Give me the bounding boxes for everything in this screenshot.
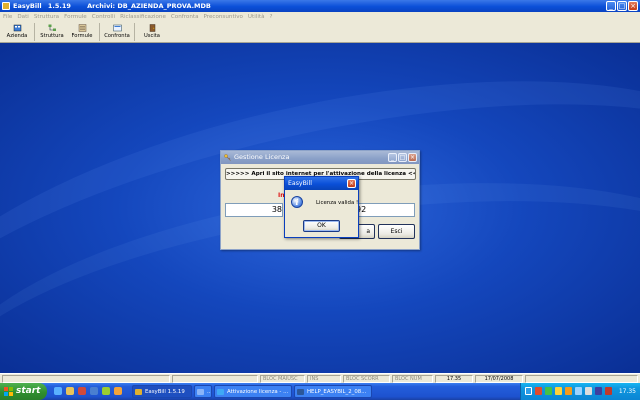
menu-preconsuntivo[interactable]: Preconsuntivo <box>204 14 243 20</box>
ie-icon <box>217 389 224 395</box>
status-bar: BLOC MAIUSC INS BLOC SCORR BLOC NUM 17.3… <box>0 373 640 383</box>
toolbar-formule-button[interactable]: Formule <box>67 22 97 42</box>
structure-icon <box>48 24 56 31</box>
status-extra-pane <box>525 375 638 383</box>
menu-help[interactable]: ? <box>270 14 273 20</box>
taskbar-task-help[interactable]: HELP_EASYBIL_2_08... <box>294 385 372 398</box>
message-box-title: EasyBill <box>288 180 312 187</box>
info-icon: i <box>291 196 303 208</box>
task-label: ... <box>207 389 212 395</box>
menu-controlli[interactable]: Controlli <box>92 14 115 20</box>
license-code-field-end: 92 <box>355 203 415 217</box>
menu-formule[interactable]: Formule <box>64 14 87 20</box>
app-title: EasyBill 1.5.19 Archivi: DB_AZIENDA_PROV… <box>13 2 211 10</box>
archive-label: Archivi: DB_AZIENDA_PROVA.MDB <box>87 2 211 10</box>
compare-icon <box>112 24 122 32</box>
taskbar-task-misc[interactable]: ... <box>194 385 212 398</box>
message-box-close-button[interactable]: × <box>347 179 356 188</box>
language-icon[interactable] <box>525 387 532 395</box>
close-button[interactable]: × <box>628 1 638 11</box>
menu-confronta[interactable]: Confronta <box>171 14 199 20</box>
task-label: Attivazione licenza - ... <box>227 389 289 395</box>
security-icon[interactable] <box>555 387 562 395</box>
windows-flag-icon <box>4 387 13 396</box>
toolbar-uscita-label: Uscita <box>143 33 160 39</box>
toolbar-azienda-button[interactable]: Azienda <box>2 22 32 42</box>
license-code-field[interactable]: 38 <box>225 203 283 217</box>
message-box-title-bar: EasyBill × <box>285 177 358 190</box>
volume-icon[interactable] <box>575 387 582 395</box>
maximize-button[interactable]: □ <box>617 1 627 11</box>
antivirus-icon[interactable] <box>535 387 542 395</box>
quicklaunch-media-icon[interactable] <box>78 387 86 395</box>
system-tray: 17.35 <box>520 383 640 400</box>
toolbar-uscita-button[interactable]: Uscita <box>137 22 167 42</box>
taskbar-clock[interactable]: 17.35 <box>619 383 636 400</box>
word-icon <box>297 389 304 395</box>
easybill-icon <box>135 389 142 395</box>
network-icon[interactable] <box>545 387 552 395</box>
exit-button[interactable]: Esci <box>378 224 415 239</box>
status-time: 17.35 <box>435 375 473 383</box>
insert-indicator: INS <box>307 375 341 383</box>
update-icon[interactable] <box>565 387 572 395</box>
task-label: HELP_EASYBIL_2_08... <box>307 389 367 395</box>
ok-button[interactable]: OK <box>303 220 340 232</box>
menu-dati[interactable]: Dati <box>17 14 28 20</box>
minimize-button[interactable]: _ <box>606 1 616 11</box>
app-icon <box>197 389 204 395</box>
quicklaunch-ie-icon[interactable] <box>54 387 62 395</box>
message-box: EasyBill × i Licenza valida ! OK <box>284 176 359 238</box>
menu-bar: File Dati Struttura Formule Controlli Ri… <box>0 12 640 22</box>
toolbar-struttura-button[interactable]: Struttura <box>37 22 67 42</box>
quicklaunch-app-icon[interactable] <box>114 387 122 395</box>
taskbar-task-easybill[interactable]: EasyBill 1.5.19 <box>132 385 192 398</box>
app-tray-icon[interactable] <box>595 387 602 395</box>
monitor-icon[interactable] <box>585 387 592 395</box>
toolbar-confronta-button[interactable]: Confronta <box>102 22 132 42</box>
app-version: 1.5.19 <box>47 2 71 10</box>
app-title-bar: EasyBill 1.5.19 Archivi: DB_AZIENDA_PROV… <box>0 0 640 12</box>
message-text: Licenza valida ! <box>316 200 359 206</box>
scroll-lock-indicator: BLOC SCORR <box>343 375 390 383</box>
toolbar-separator <box>134 23 135 41</box>
start-button[interactable]: start <box>0 383 47 400</box>
easybill-logo-icon <box>2 2 10 10</box>
license-dialog-title-bar: Gestione Licenza _ □ × <box>221 151 419 164</box>
key-icon <box>224 154 231 161</box>
status-date: 17/07/2008 <box>475 375 523 383</box>
num-lock-indicator: BLOC NUM <box>392 375 433 383</box>
taskbar: start EasyBill 1.5.19 ... Attivazione li… <box>0 383 640 400</box>
building-icon <box>13 24 21 32</box>
license-maximize-button[interactable]: □ <box>398 153 407 162</box>
menu-riclassificazione[interactable]: Riclassificazione <box>120 14 166 20</box>
license-dialog-title: Gestione Licenza <box>234 153 290 161</box>
menu-struttura[interactable]: Struttura <box>34 14 59 20</box>
formula-icon <box>78 24 86 32</box>
license-minimize-button[interactable]: _ <box>388 153 397 162</box>
toolbar-azienda-label: Azienda <box>6 33 28 39</box>
status-message-pane <box>2 375 170 383</box>
toolbar-separator <box>99 23 100 41</box>
quicklaunch-app-icon[interactable] <box>102 387 110 395</box>
license-close-button[interactable]: × <box>408 153 417 162</box>
exit-icon <box>149 24 155 32</box>
toolbar-struttura-label: Struttura <box>40 33 64 39</box>
taskbar-task-license[interactable]: Attivazione licenza - ... <box>214 385 292 398</box>
toolbar-confronta-label: Confronta <box>104 33 130 39</box>
toolbar-formule-label: Formule <box>71 33 93 39</box>
start-label: start <box>16 386 41 396</box>
menu-file[interactable]: File <box>3 14 12 20</box>
quicklaunch-desktop-icon[interactable] <box>90 387 98 395</box>
app-name: EasyBill <box>13 2 42 10</box>
toolbar-separator <box>34 23 35 41</box>
quicklaunch-folder-icon[interactable] <box>66 387 74 395</box>
status-pane <box>172 375 258 383</box>
app-tray-icon[interactable] <box>605 387 612 395</box>
menu-utilita[interactable]: Utilità <box>248 14 265 20</box>
toolbar: Azienda Struttura Formule Confronta Usci… <box>0 22 640 43</box>
caps-lock-indicator: BLOC MAIUSC <box>260 375 305 383</box>
task-label: EasyBill 1.5.19 <box>145 389 185 395</box>
